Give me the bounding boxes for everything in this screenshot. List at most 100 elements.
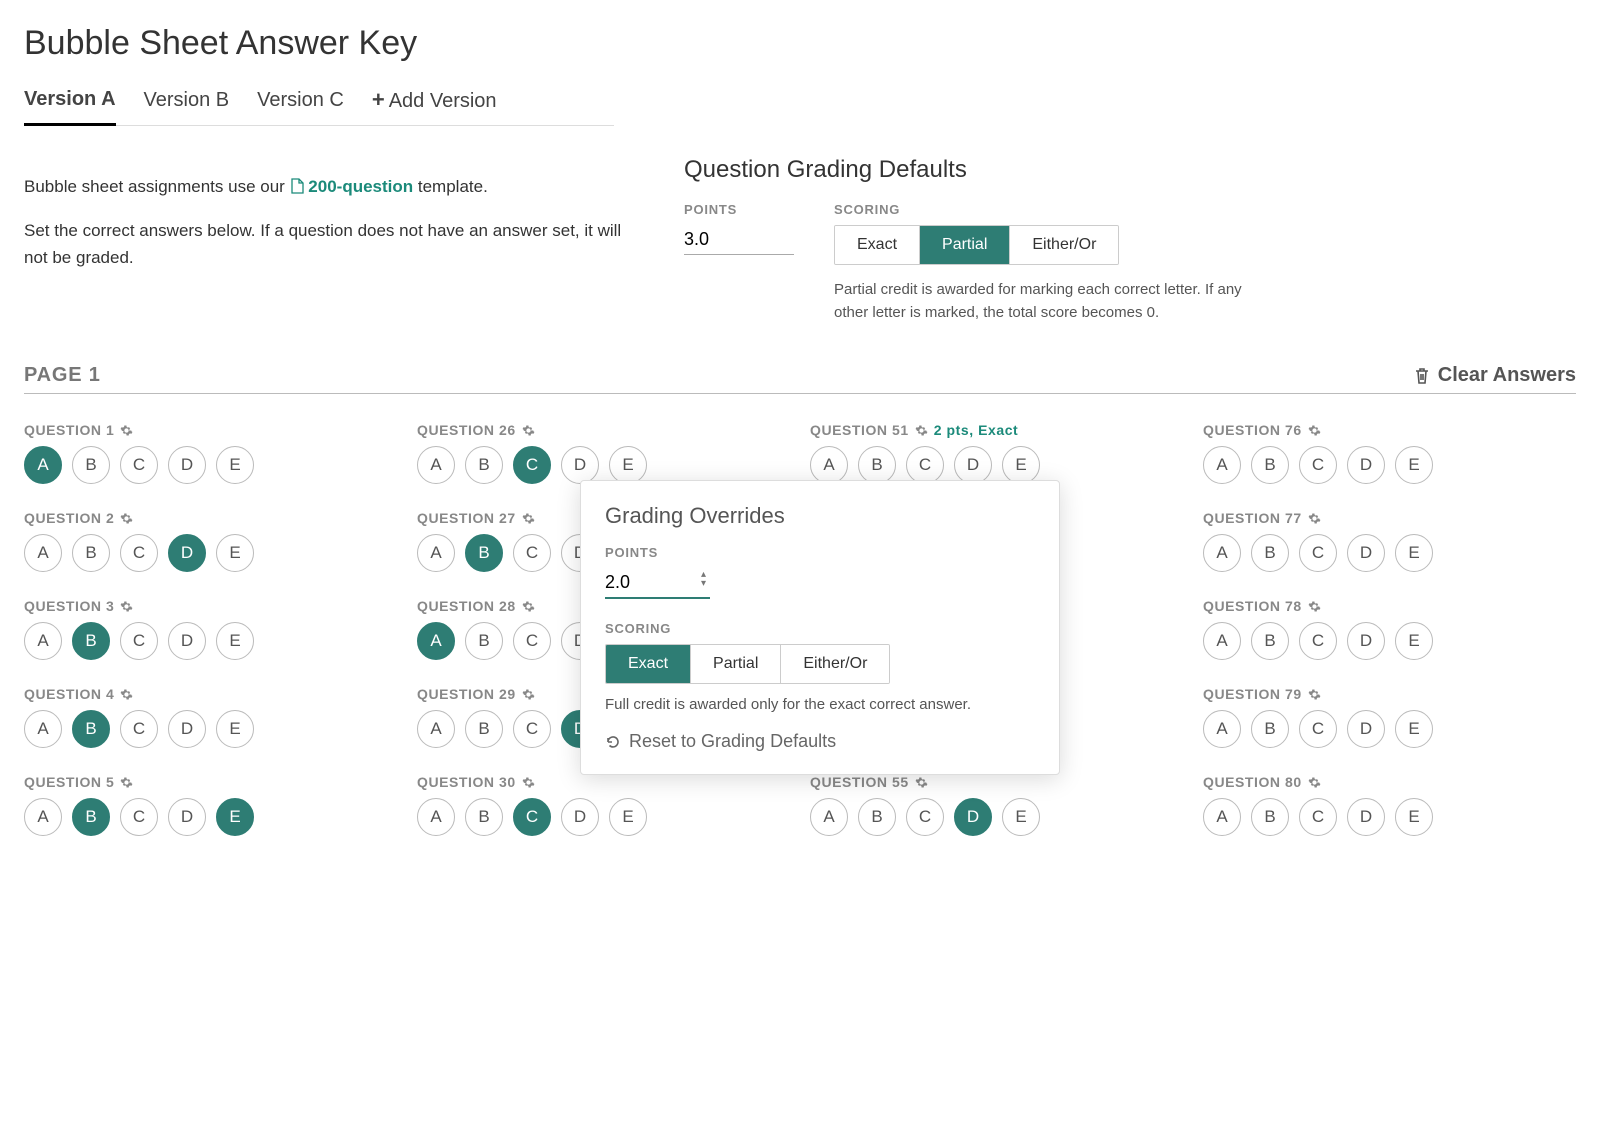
gear-icon[interactable] — [120, 600, 133, 613]
bubble-C[interactable]: C — [1299, 798, 1337, 836]
bubble-D[interactable]: D — [168, 534, 206, 572]
bubble-B[interactable]: B — [858, 446, 896, 484]
gear-icon[interactable] — [120, 424, 133, 437]
bubble-C[interactable]: C — [1299, 534, 1337, 572]
gear-icon[interactable] — [1308, 600, 1321, 613]
gear-icon[interactable] — [522, 688, 535, 701]
gear-icon[interactable] — [120, 688, 133, 701]
bubble-D[interactable]: D — [168, 446, 206, 484]
bubble-A[interactable]: A — [1203, 710, 1241, 748]
gear-icon[interactable] — [915, 776, 928, 789]
bubble-C[interactable]: C — [513, 446, 551, 484]
tab-version-c[interactable]: Version C — [257, 89, 344, 124]
bubble-B[interactable]: B — [72, 622, 110, 660]
bubble-D[interactable]: D — [561, 798, 599, 836]
reset-to-defaults-button[interactable]: Reset to Grading Defaults — [605, 731, 1035, 752]
gear-icon[interactable] — [120, 776, 133, 789]
gear-icon[interactable] — [915, 424, 928, 437]
bubble-B[interactable]: B — [465, 622, 503, 660]
scoring-either[interactable]: Either/Or — [1010, 226, 1118, 264]
stepper-arrows[interactable]: ▴▾ — [701, 570, 706, 588]
bubble-B[interactable]: B — [1251, 534, 1289, 572]
bubble-A[interactable]: A — [417, 798, 455, 836]
bubble-C[interactable]: C — [120, 710, 158, 748]
bubble-C[interactable]: C — [1299, 622, 1337, 660]
scoring-partial[interactable]: Partial — [920, 226, 1010, 264]
bubble-E[interactable]: E — [1002, 446, 1040, 484]
gear-icon[interactable] — [522, 776, 535, 789]
bubble-A[interactable]: A — [1203, 534, 1241, 572]
bubble-D[interactable]: D — [954, 446, 992, 484]
bubble-D[interactable]: D — [1347, 622, 1385, 660]
bubble-E[interactable]: E — [216, 710, 254, 748]
gear-icon[interactable] — [522, 600, 535, 613]
bubble-A[interactable]: A — [24, 798, 62, 836]
bubble-D[interactable]: D — [168, 622, 206, 660]
tab-version-b[interactable]: Version B — [144, 89, 230, 124]
bubble-C[interactable]: C — [1299, 710, 1337, 748]
scoring-exact[interactable]: Exact — [835, 226, 920, 264]
bubble-A[interactable]: A — [417, 446, 455, 484]
bubble-C[interactable]: C — [120, 798, 158, 836]
bubble-A[interactable]: A — [1203, 446, 1241, 484]
bubble-B[interactable]: B — [465, 446, 503, 484]
bubble-A[interactable]: A — [810, 798, 848, 836]
bubble-D[interactable]: D — [168, 710, 206, 748]
bubble-A[interactable]: A — [1203, 622, 1241, 660]
bubble-A[interactable]: A — [417, 710, 455, 748]
gear-icon[interactable] — [522, 512, 535, 525]
bubble-A[interactable]: A — [417, 622, 455, 660]
bubble-B[interactable]: B — [465, 798, 503, 836]
bubble-E[interactable]: E — [1395, 710, 1433, 748]
template-link[interactable]: 200-question — [290, 177, 414, 196]
bubble-E[interactable]: E — [1002, 798, 1040, 836]
popover-scoring-exact[interactable]: Exact — [606, 645, 691, 683]
bubble-D[interactable]: D — [1347, 798, 1385, 836]
bubble-E[interactable]: E — [216, 622, 254, 660]
bubble-A[interactable]: A — [417, 534, 455, 572]
bubble-B[interactable]: B — [72, 446, 110, 484]
bubble-C[interactable]: C — [906, 446, 944, 484]
bubble-D[interactable]: D — [168, 798, 206, 836]
bubble-D[interactable]: D — [1347, 446, 1385, 484]
bubble-B[interactable]: B — [1251, 710, 1289, 748]
bubble-A[interactable]: A — [810, 446, 848, 484]
bubble-D[interactable]: D — [561, 446, 599, 484]
popover-scoring-either[interactable]: Either/Or — [781, 645, 889, 683]
bubble-E[interactable]: E — [609, 798, 647, 836]
popover-scoring-partial[interactable]: Partial — [691, 645, 781, 683]
bubble-C[interactable]: C — [120, 446, 158, 484]
bubble-C[interactable]: C — [513, 710, 551, 748]
bubble-A[interactable]: A — [1203, 798, 1241, 836]
gear-icon[interactable] — [522, 424, 535, 437]
bubble-D[interactable]: D — [954, 798, 992, 836]
bubble-A[interactable]: A — [24, 622, 62, 660]
bubble-B[interactable]: B — [465, 534, 503, 572]
clear-answers-button[interactable]: Clear Answers — [1414, 364, 1576, 387]
tab-version-a[interactable]: Version A — [24, 88, 116, 126]
bubble-B[interactable]: B — [858, 798, 896, 836]
bubble-B[interactable]: B — [72, 710, 110, 748]
bubble-A[interactable]: A — [24, 534, 62, 572]
bubble-C[interactable]: C — [513, 622, 551, 660]
gear-icon[interactable] — [1308, 424, 1321, 437]
bubble-E[interactable]: E — [216, 534, 254, 572]
bubble-C[interactable]: C — [1299, 446, 1337, 484]
bubble-B[interactable]: B — [72, 798, 110, 836]
bubble-C[interactable]: C — [906, 798, 944, 836]
bubble-E[interactable]: E — [1395, 534, 1433, 572]
bubble-E[interactable]: E — [1395, 622, 1433, 660]
gear-icon[interactable] — [1308, 688, 1321, 701]
bubble-E[interactable]: E — [1395, 446, 1433, 484]
gear-icon[interactable] — [1308, 512, 1321, 525]
bubble-D[interactable]: D — [1347, 710, 1385, 748]
bubble-C[interactable]: C — [513, 798, 551, 836]
bubble-E[interactable]: E — [609, 446, 647, 484]
bubble-D[interactable]: D — [1347, 534, 1385, 572]
points-input[interactable] — [684, 225, 794, 255]
popover-points-input[interactable] — [605, 568, 710, 599]
bubble-C[interactable]: C — [120, 534, 158, 572]
bubble-E[interactable]: E — [1395, 798, 1433, 836]
bubble-E[interactable]: E — [216, 798, 254, 836]
bubble-C[interactable]: C — [513, 534, 551, 572]
